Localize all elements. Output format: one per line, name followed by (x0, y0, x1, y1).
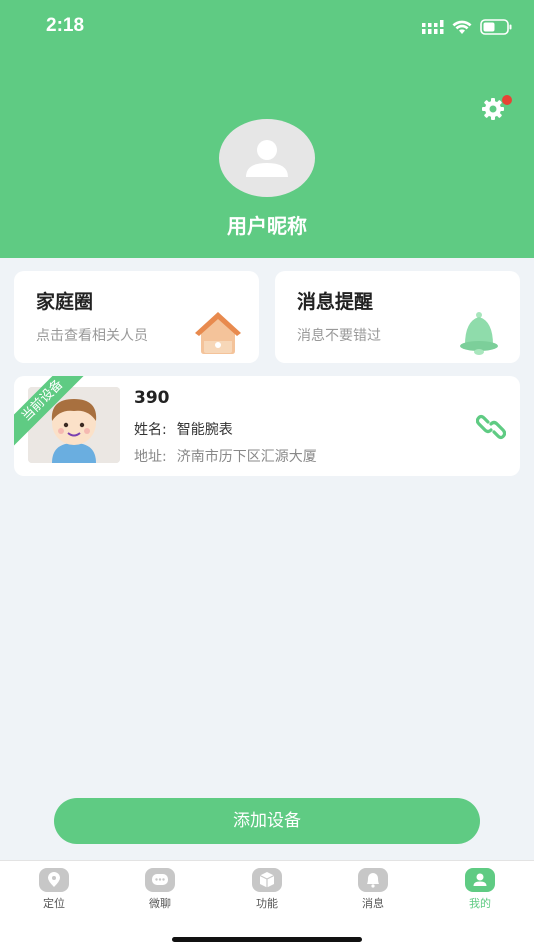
message-reminder-card[interactable]: 消息提醒 消息不要错过 (275, 271, 520, 363)
tab-chat[interactable]: 微聊 (125, 868, 195, 918)
wifi-icon (452, 20, 472, 34)
notification-dot (502, 95, 512, 105)
tab-location[interactable]: 定位 (19, 868, 89, 918)
user-nickname[interactable]: 用户昵称 (0, 210, 534, 239)
add-device-button[interactable]: 添加设备 (54, 798, 480, 844)
person-icon (465, 868, 495, 892)
home-indicator[interactable] (172, 937, 362, 942)
bell-illustration-icon (460, 312, 498, 355)
profile-header: 2:18 用户昵称 (0, 0, 534, 258)
tab-functions[interactable]: 功能 (232, 868, 302, 918)
status-time: 2:18 (46, 15, 85, 36)
tab-messages[interactable]: 消息 (338, 868, 408, 918)
link-icon[interactable] (476, 414, 506, 440)
tab-mine-label: 我的 (469, 897, 491, 910)
status-icons (422, 18, 512, 36)
device-address-value: 济南市历下区汇源大厦 (176, 449, 317, 465)
current-device-card[interactable]: 当前设备 390 姓名: 智能腕表 地址: 济南市历下区汇源大厦 (14, 376, 520, 476)
user-avatar[interactable] (219, 119, 315, 197)
location-icon (39, 868, 69, 892)
device-name-row: 姓名: 智能腕表 (134, 419, 233, 439)
device-address-label: 地址: (134, 449, 167, 465)
battery-icon (480, 19, 512, 35)
status-bar: 2:18 (0, 0, 534, 54)
family-circle-subtitle: 点击查看相关人员 (36, 328, 148, 344)
tab-chat-label: 微聊 (149, 897, 171, 910)
tab-messages-label: 消息 (362, 897, 384, 910)
device-id: 390 (134, 388, 170, 408)
tab-location-label: 定位 (43, 897, 65, 910)
family-circle-card[interactable]: 家庭圈 点击查看相关人员 (14, 271, 259, 363)
signal-icon (422, 20, 444, 34)
tab-functions-label: 功能 (256, 897, 278, 910)
family-circle-title: 家庭圈 (36, 291, 94, 313)
message-reminder-subtitle: 消息不要错过 (297, 328, 381, 344)
device-name-label: 姓名: (134, 422, 167, 438)
house-icon (195, 312, 241, 354)
device-name-value: 智能腕表 (176, 422, 233, 438)
message-reminder-title: 消息提醒 (297, 291, 374, 313)
profile-screen: 2:18 用户昵称 家庭圈 点击查看相关人员 消息提醒 消息不要错过 当前设备 … (0, 0, 534, 950)
settings-button[interactable] (480, 95, 512, 122)
chat-icon (145, 868, 175, 892)
tab-mine[interactable]: 我的 (445, 868, 515, 918)
device-address-row: 地址: 济南市历下区汇源大厦 (134, 446, 317, 466)
person-placeholder-icon (246, 140, 288, 177)
bell-icon (358, 868, 388, 892)
box-icon (252, 868, 282, 892)
